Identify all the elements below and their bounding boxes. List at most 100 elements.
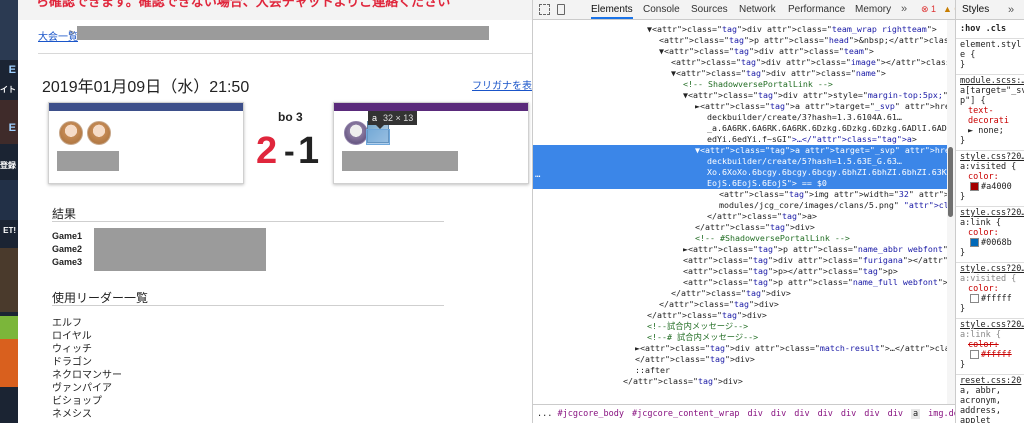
style-selector[interactable]: a:visited { (960, 162, 1016, 172)
style-selector[interactable]: a[target="_sv (960, 86, 1024, 96)
error-count-badge[interactable]: ⊗ 1 (921, 0, 936, 19)
style-property[interactable]: } (960, 248, 965, 258)
dom-crumb[interactable]: div (747, 409, 762, 419)
dom-node[interactable]: <attr">class="tag">div attr">class="imag… (533, 57, 947, 68)
tab-memory[interactable]: Memory (855, 0, 891, 19)
dom-node[interactable]: ::after (533, 365, 947, 376)
dom-node[interactable]: </attr">class="tag">div> (533, 288, 947, 299)
dom-node-selected[interactable]: ▼<attr">class="tag">a attr">target="_svp… (533, 145, 947, 156)
dom-crumb[interactable]: #jcgcore_content_wrap (632, 409, 739, 419)
style-property[interactable]: color: (968, 340, 999, 350)
tab-console[interactable]: Console (643, 0, 680, 19)
style-property[interactable]: acronym, (960, 396, 1001, 406)
dom-node[interactable]: <!--# 試合内メッセージ--> (533, 332, 947, 343)
style-property[interactable]: applet (960, 416, 991, 423)
dom-node[interactable]: ►<attr">class="tag">div attr">class="mat… (533, 343, 947, 354)
dom-crumb[interactable]: img.deck (928, 409, 955, 419)
dom-crumb[interactable]: div (888, 409, 903, 419)
style-source-link[interactable]: reset.css:20 (960, 376, 1021, 386)
style-property[interactable]: } (960, 304, 965, 314)
dom-crumb[interactable]: div (818, 409, 833, 419)
dom-crumb[interactable]: div (841, 409, 856, 419)
style-property[interactable]: color: (968, 284, 999, 294)
style-source-link[interactable]: module.scss:… (960, 76, 1024, 86)
selected-node-ellipsis[interactable]: … (535, 170, 540, 180)
dom-node[interactable]: modules/jcg_core/images/clans/5.png" "at… (533, 200, 947, 211)
dom-node[interactable]: </attr">class="tag">div> (533, 299, 947, 310)
crumb-overflow[interactable]: ... (537, 409, 557, 419)
style-property[interactable]: } (960, 136, 965, 146)
tab-styles[interactable]: Styles (962, 0, 989, 20)
tab-network[interactable]: Network (739, 0, 776, 19)
tab-performance[interactable]: Performance (788, 0, 845, 19)
color-swatch[interactable] (970, 350, 979, 359)
dom-crumb[interactable]: a (911, 409, 921, 419)
style-property[interactable]: e { (960, 50, 975, 60)
styles-filter[interactable]: :hov .cls (960, 24, 1006, 34)
tab-sources[interactable]: Sources (691, 0, 728, 19)
dom-tree-scrollbar[interactable] (947, 20, 955, 404)
dom-crumb[interactable]: div (794, 409, 809, 419)
dom-node[interactable]: </attr">class="tag">div> (533, 310, 947, 321)
dom-node[interactable]: <attr">class="tag">div attr">class="furi… (533, 255, 947, 266)
style-selector[interactable]: a, abbr, (960, 386, 1001, 396)
leader-avatar-icon[interactable] (59, 121, 83, 145)
inspect-element-icon[interactable] (539, 4, 550, 15)
more-tabs-button[interactable]: » (901, 0, 907, 19)
style-selector[interactable]: a:visited { (960, 274, 1016, 284)
dom-tree[interactable]: ▼<attr">class="tag">div attr">class="tea… (533, 20, 947, 404)
banner-orange-button[interactable] (0, 339, 18, 387)
scrollbar-thumb[interactable] (948, 147, 953, 217)
style-property[interactable]: ► none; (968, 126, 1004, 136)
color-swatch[interactable] (970, 238, 979, 247)
dom-node[interactable]: <!-- ShadowversePortalLink --> (533, 79, 947, 90)
style-property[interactable]: #0068b (970, 238, 1012, 248)
style-property[interactable]: decorati (968, 116, 1009, 126)
dom-node[interactable]: </attr">class="tag">div> (533, 354, 947, 365)
style-property[interactable]: } (960, 192, 965, 202)
dom-crumb[interactable]: #jcgcore_body (557, 409, 624, 419)
style-property[interactable]: #a4000 (970, 182, 1012, 192)
dom-node[interactable]: <!-- #ShadowversePortalLink --> (533, 233, 947, 244)
dom-node[interactable]: <!--試合内メッセージ--> (533, 321, 947, 332)
dom-node-selected[interactable]: EojS.6EojS.6EojS"> == $0 (533, 178, 947, 189)
dom-node-selected[interactable]: deckbuilder/create/5?hash=1.5.63E_G.63… (533, 156, 947, 167)
style-property[interactable]: #fffff (970, 350, 1012, 360)
style-property[interactable]: text- (968, 106, 994, 116)
color-swatch[interactable] (970, 182, 979, 191)
style-source-link[interactable]: style.css?20… (960, 320, 1024, 330)
dom-node[interactable]: <attr">class="tag">p></attr">class="tag"… (533, 266, 947, 277)
dom-node[interactable]: </attr">class="tag">div> (533, 222, 947, 233)
dom-node[interactable]: <attr">class="tag">p attr">class="head">… (533, 35, 947, 46)
more-panes-button[interactable]: » (1008, 0, 1014, 20)
dom-crumb[interactable]: div (771, 409, 786, 419)
leader-avatar-icon[interactable] (87, 121, 111, 145)
tab-elements[interactable]: Elements (591, 0, 633, 19)
style-source-link[interactable]: style.css?20… (960, 152, 1024, 162)
dom-node-selected[interactable]: Xo.6XoXo.6bcgy.6bcgy.6bcgy.6bhZI.6bhZI.6… (533, 167, 947, 178)
style-selector[interactable]: a:link { (960, 330, 1001, 340)
dom-node[interactable]: ▼<attr">class="tag">div attr">class="tea… (533, 24, 947, 35)
style-property[interactable]: #fffff (970, 294, 1012, 304)
color-swatch[interactable] (970, 294, 979, 303)
device-toolbar-icon[interactable] (557, 4, 565, 15)
style-selector[interactable]: a:link { (960, 218, 1001, 228)
style-property[interactable]: color: (968, 172, 999, 182)
dom-node[interactable]: ▼<attr">class="tag">div attr">class="nam… (533, 68, 947, 79)
dom-node[interactable]: ▼<attr">class="tag">div attr">class="tea… (533, 46, 947, 57)
dom-node[interactable]: ▼<attr">class="tag">div attr">style="mar… (533, 90, 947, 101)
style-property[interactable]: } (960, 360, 965, 370)
dom-node[interactable]: _a.6A6RK.6A6RK.6A6RK.6Dzkg.6Dzkg.6Dzkg.6… (533, 123, 947, 134)
style-source-link[interactable]: style.css?20… (960, 208, 1024, 218)
dom-node[interactable]: edYi.6edYi.f~sGI">…</"attr">class="tag">… (533, 134, 947, 145)
dom-node[interactable]: <attr">class="tag">p attr">class="name_f… (533, 277, 947, 288)
dom-node[interactable]: </attr">class="tag">div> (533, 376, 947, 387)
dom-node[interactable]: ►<attr">class="tag">p attr">class="name_… (533, 244, 947, 255)
style-property[interactable]: color: (968, 228, 999, 238)
dom-node[interactable]: deckbuilder/create/3?hash=1.3.6104A.61… (533, 112, 947, 123)
dom-node[interactable]: </attr">class="tag">a> (533, 211, 947, 222)
style-property[interactable]: p"] { (960, 96, 986, 106)
style-property[interactable]: address, (960, 406, 1001, 416)
furigana-toggle-link[interactable]: フリガナを表示 (472, 77, 532, 92)
style-source-link[interactable]: style.css?20… (960, 264, 1024, 274)
